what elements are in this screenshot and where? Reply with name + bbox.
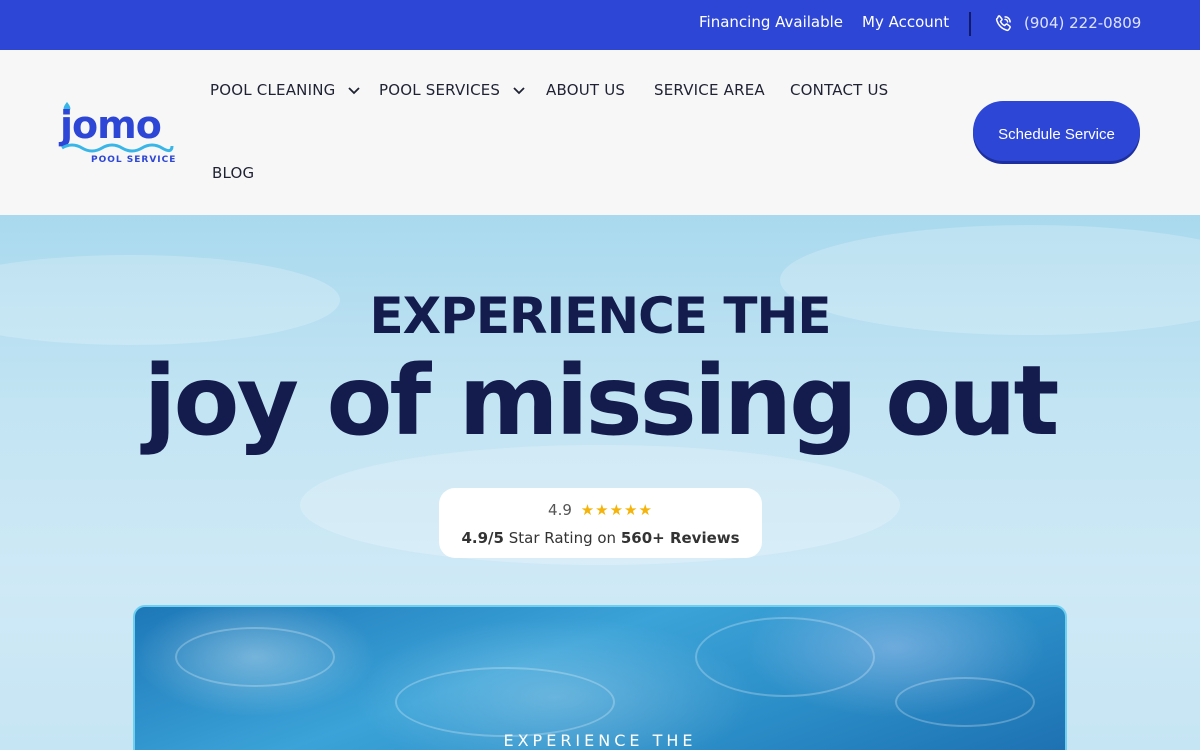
rating-text: Star Rating on [508, 529, 617, 547]
star-rating-icon: ★★★★★ [580, 501, 653, 519]
financing-link[interactable]: Financing Available [699, 13, 843, 31]
water-ripple [895, 677, 1035, 727]
video-caption: EXPERIENCE THE [503, 731, 697, 750]
hero-section: EXPERIENCE THE joy of missing out 4.9 ★★… [0, 215, 1200, 750]
hero-headline: joy of missing out [143, 345, 1060, 457]
nav-contact-us[interactable]: CONTACT US [790, 81, 888, 99]
hero-kicker: EXPERIENCE THE [369, 287, 832, 345]
topbar-divider [969, 12, 971, 36]
nav-pool-cleaning[interactable]: POOL CLEANING [210, 81, 361, 99]
nav-blog[interactable]: BLOG [212, 164, 254, 182]
water-ripple [695, 617, 875, 697]
chevron-down-icon [513, 86, 525, 94]
nav-service-area[interactable]: SERVICE AREA [654, 81, 765, 99]
phone-number-link[interactable]: (904) 222-0809 [1024, 14, 1141, 32]
jomo-logo[interactable]: jomo POOL SERVICE [58, 100, 178, 170]
phone-icon[interactable] [993, 14, 1013, 34]
hero-video[interactable]: EXPERIENCE THE [133, 605, 1067, 750]
water-ripple [175, 627, 335, 687]
logo-mark: jomo POOL SERVICE [58, 102, 176, 165]
rating-badge: 4.9 ★★★★★ 4.9/5 Star Rating on 560+ Revi… [439, 488, 762, 558]
rating-value: 4.9/5 [461, 529, 504, 547]
review-count: 560+ Reviews [620, 529, 740, 547]
rating-summary: 4.9/5 Star Rating on 560+ Reviews [439, 529, 762, 547]
site-header: jomo POOL SERVICE POOL CLEANING POOL SER… [0, 50, 1200, 215]
water-ripple [395, 667, 615, 737]
rating-score-row: 4.9 ★★★★★ [439, 501, 762, 519]
logo-subtext: POOL SERVICE [91, 155, 176, 165]
nav-about-us[interactable]: ABOUT US [546, 81, 625, 99]
chevron-down-icon [348, 86, 361, 94]
schedule-service-button[interactable]: Schedule Service [973, 101, 1140, 161]
rating-score: 4.9 [548, 501, 572, 519]
nav-label: POOL SERVICES [379, 81, 501, 99]
nav-pool-services[interactable]: POOL SERVICES [379, 81, 525, 99]
nav-label: POOL CLEANING [210, 81, 336, 99]
svg-text:jomo: jomo [58, 103, 161, 147]
top-utility-bar: Financing Available My Account (904) 222… [0, 0, 1200, 50]
my-account-link[interactable]: My Account [862, 13, 949, 31]
